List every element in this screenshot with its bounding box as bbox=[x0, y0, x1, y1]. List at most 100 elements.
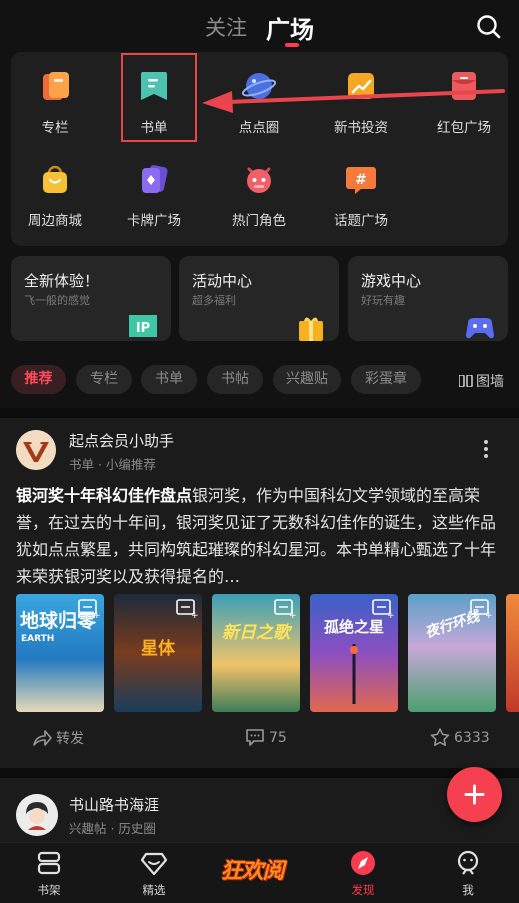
grid-label: 话题广场 bbox=[334, 213, 388, 229]
grid-label: 专栏 bbox=[41, 120, 69, 136]
book-cover[interactable]: 星体 + bbox=[114, 594, 202, 712]
annotation-arrow bbox=[202, 89, 505, 113]
nav-me[interactable]: 我 bbox=[433, 849, 503, 901]
chip-easter-egg[interactable]: 彩蛋章 bbox=[351, 365, 421, 394]
share-button[interactable]: 转发 bbox=[32, 728, 84, 748]
feature-subtitle: 飞一般的感觉 bbox=[24, 294, 90, 307]
more-icon[interactable] bbox=[478, 438, 494, 460]
grid-item-topic[interactable]: # 话题广场 bbox=[317, 145, 405, 229]
topic-icon: # bbox=[346, 167, 376, 194]
nav-label: 发现 bbox=[351, 883, 375, 897]
compass-icon bbox=[351, 851, 375, 875]
grid-item-shop[interactable]: 周边商城 bbox=[11, 145, 99, 229]
post-text[interactable]: 银河奖十年科幻佳作盘点银河奖，作为中国科幻文学领域的至高荣誉，在过去的十年间，银… bbox=[16, 482, 504, 590]
book-cover[interactable]: 夜行环线 + bbox=[408, 594, 496, 712]
post-actions: 转发 75 6333 bbox=[0, 724, 519, 754]
post-title: 银河奖十年科幻佳作盘点 bbox=[16, 486, 193, 505]
nav-label: 我 bbox=[462, 883, 474, 897]
grid-label: 热门角色 bbox=[232, 213, 286, 229]
svg-text:+: + bbox=[387, 611, 394, 619]
shopping-bag-icon bbox=[43, 165, 67, 193]
annotation-highlight-box bbox=[121, 53, 197, 142]
book-cover[interactable]: 孤绝之星 + bbox=[310, 594, 398, 712]
feature-title: 活动中心 bbox=[192, 272, 253, 290]
comment-count: 75 bbox=[269, 730, 287, 746]
promo-banner[interactable]: 狂欢阅 bbox=[210, 845, 294, 899]
grid-wall-icon bbox=[459, 375, 473, 387]
add-to-shelf-icon[interactable]: + bbox=[470, 599, 492, 619]
avatar[interactable] bbox=[16, 430, 56, 470]
tab-follow[interactable]: 关注 bbox=[205, 12, 247, 42]
post-meta: 书单 · 小编推荐 bbox=[69, 457, 156, 472]
top-header: 关注 广场 bbox=[0, 0, 519, 52]
add-to-shelf-icon[interactable]: + bbox=[78, 599, 100, 619]
search-icon[interactable] bbox=[474, 12, 504, 42]
feature-card-game-center[interactable]: 游戏中心 好玩有趣 bbox=[348, 256, 508, 341]
chip-interest-post[interactable]: 兴趣贴 bbox=[273, 365, 341, 394]
nav-label: 书架 bbox=[37, 883, 61, 897]
book-cover[interactable] bbox=[506, 594, 519, 712]
diamond-icon bbox=[140, 852, 168, 876]
post-card[interactable]: 书山路书海涯 兴趣帖 · 历史圈 bbox=[0, 778, 519, 842]
add-to-shelf-icon[interactable]: + bbox=[274, 599, 296, 619]
create-post-button[interactable] bbox=[447, 767, 502, 822]
post-card[interactable]: 起点会员小助手 书单 · 小编推荐 银河奖十年科幻佳作盘点银河奖，作为中国科幻文… bbox=[0, 418, 519, 768]
grid-item-card[interactable]: 卡牌广场 bbox=[110, 145, 198, 229]
share-icon bbox=[33, 730, 52, 746]
grid-wall-toggle[interactable]: 图墙 bbox=[459, 371, 504, 391]
promo-text: 狂欢阅 bbox=[220, 859, 284, 884]
svg-text:+: + bbox=[93, 611, 100, 619]
post-author[interactable]: 书山路书海涯 bbox=[69, 794, 159, 815]
comment-button[interactable]: 75 bbox=[245, 728, 287, 746]
card-icon bbox=[142, 165, 168, 193]
character-icon bbox=[247, 167, 271, 193]
section-divider bbox=[0, 768, 519, 778]
add-to-shelf-icon[interactable]: + bbox=[372, 599, 394, 619]
section-divider bbox=[0, 408, 519, 418]
feature-title: 全新体验！ bbox=[24, 272, 100, 290]
comment-icon bbox=[246, 729, 264, 746]
book-title: 新日之歌 bbox=[222, 623, 290, 643]
add-to-shelf-icon[interactable]: + bbox=[176, 599, 198, 619]
book-cover[interactable]: 新日之歌 + bbox=[212, 594, 300, 712]
grid-item-character[interactable]: 热门角色 bbox=[215, 145, 303, 229]
star-icon bbox=[430, 728, 450, 746]
tab-square[interactable]: 广场 bbox=[266, 10, 314, 45]
svg-text:IP: IP bbox=[136, 321, 150, 336]
book-subtitle: EARTH bbox=[21, 634, 55, 644]
tab-active-indicator bbox=[285, 43, 299, 47]
chip-column[interactable]: 专栏 bbox=[76, 365, 132, 394]
feature-subtitle: 好玩有趣 bbox=[361, 294, 405, 307]
book-cover[interactable]: 地球归零 EARTH + bbox=[16, 594, 104, 712]
grid-item-column[interactable]: 专栏 bbox=[11, 52, 99, 136]
post-meta: 兴趣帖 · 历史圈 bbox=[69, 821, 156, 836]
book-cover-row: 地球归零 EARTH + 星体 + 新日之歌 + 孤绝之星 + 夜行环线 + bbox=[16, 594, 519, 712]
grid-wall-label: 图墙 bbox=[476, 374, 504, 390]
nav-discover[interactable]: 发现 bbox=[328, 849, 398, 901]
like-button[interactable]: 6333 bbox=[430, 728, 490, 746]
nav-bookshelf[interactable]: 书架 bbox=[14, 849, 84, 901]
chip-booklist[interactable]: 书单 bbox=[141, 365, 197, 394]
svg-text:+: + bbox=[485, 611, 492, 619]
feature-card-activity-center[interactable]: 活动中心 超多福利 bbox=[179, 256, 339, 341]
tower-illustration bbox=[350, 644, 358, 704]
filter-chips: 推荐 专栏 书单 书帖 兴趣贴 彩蛋章 bbox=[11, 365, 519, 395]
ip-icon: IP bbox=[129, 315, 157, 337]
svg-text:+: + bbox=[289, 611, 296, 619]
feature-subtitle: 超多福利 bbox=[192, 294, 236, 307]
column-icon bbox=[43, 72, 69, 100]
svg-text:+: + bbox=[191, 611, 198, 619]
bookshelf-icon bbox=[37, 851, 61, 875]
chip-recommend[interactable]: 推荐 bbox=[11, 365, 66, 394]
grid-label: 周边商城 bbox=[28, 213, 82, 229]
nav-label: 精选 bbox=[142, 883, 166, 897]
grid-label: 卡牌广场 bbox=[127, 213, 181, 229]
post-author[interactable]: 起点会员小助手 bbox=[69, 430, 174, 451]
svg-text:#: # bbox=[355, 172, 367, 188]
book-title: 星体 bbox=[141, 639, 175, 659]
chip-book-post[interactable]: 书帖 bbox=[207, 365, 263, 394]
avatar[interactable] bbox=[16, 794, 58, 836]
nav-featured[interactable]: 精选 bbox=[119, 849, 189, 901]
feature-card-new-experience[interactable]: 全新体验！ 飞一般的感觉 IP bbox=[11, 256, 171, 341]
gift-icon bbox=[299, 317, 323, 341]
